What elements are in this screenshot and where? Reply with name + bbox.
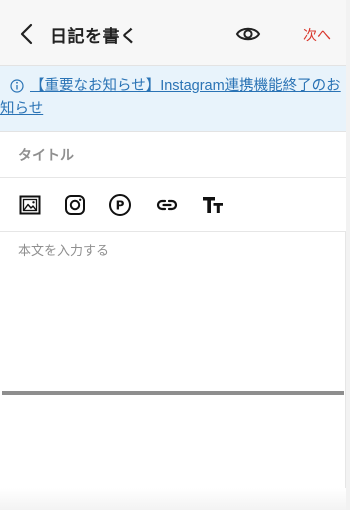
title-input[interactable] [18, 145, 328, 167]
parking-p-icon[interactable]: P [108, 193, 132, 217]
notice-link[interactable]: 【重要なお知らせ】Instagram連携機能終了のお知らせ [0, 75, 346, 121]
keyboard-divider [2, 391, 344, 395]
header-bar: 日記を書く 次へ [0, 0, 346, 66]
link-icon[interactable] [155, 193, 179, 217]
back-chevron-icon[interactable] [16, 22, 40, 46]
editor-screen: 日記を書く 次へ 【重要なお知らせ】Instagram連携機能終了のお知らせ タ… [0, 0, 346, 510]
title-field-container [0, 132, 346, 178]
instagram-icon[interactable] [63, 193, 87, 217]
image-icon[interactable] [18, 193, 42, 217]
page-title: 日記を書く [50, 27, 138, 47]
preview-eye-icon[interactable] [234, 22, 262, 46]
bottom-shade [0, 488, 346, 510]
body-input[interactable] [18, 240, 336, 380]
text-size-icon[interactable] [201, 193, 225, 217]
editor-toolbar: P [0, 178, 346, 232]
next-button[interactable]: 次へ [303, 25, 331, 45]
svg-text:P: P [116, 199, 125, 213]
notice-banner: 【重要なお知らせ】Instagram連携機能終了のお知らせ [0, 66, 346, 132]
